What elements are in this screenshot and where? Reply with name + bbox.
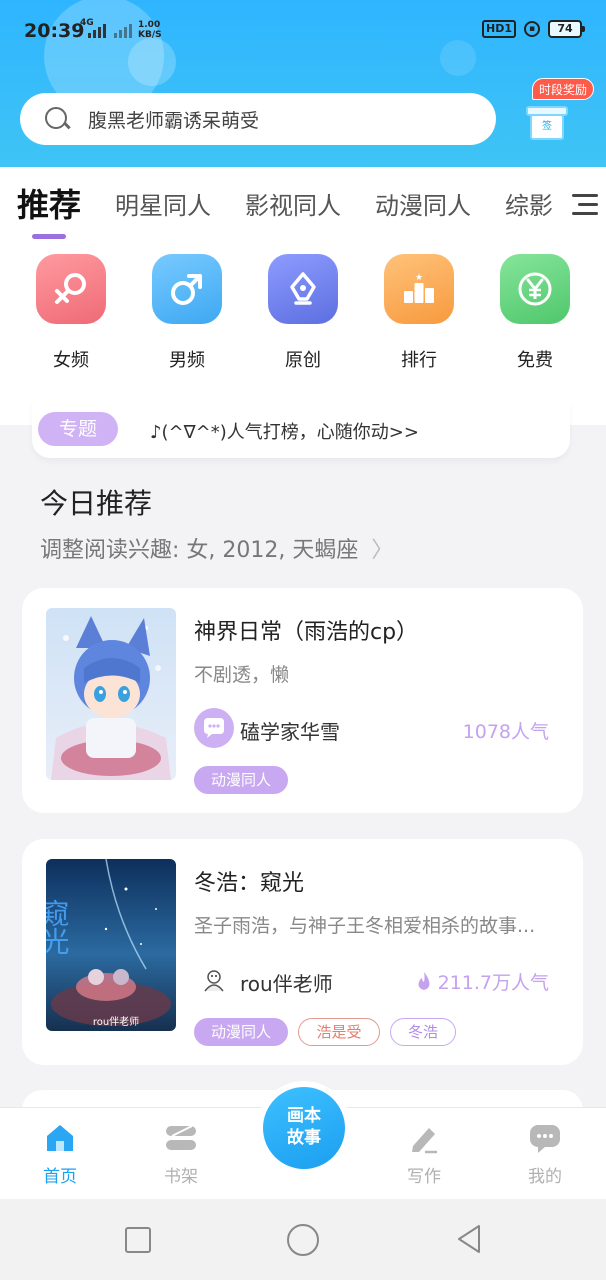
category-ranking[interactable]: ★ 排行	[374, 254, 464, 372]
bookshelf-icon	[164, 1122, 198, 1154]
write-icon	[407, 1122, 441, 1154]
reading-interest-link[interactable]: 调整阅读兴趣: 女, 2012, 天蝎座 〉	[40, 532, 393, 564]
recent-apps-button[interactable]	[125, 1227, 151, 1253]
cover-author: rou伴老师	[93, 1015, 139, 1028]
category-male[interactable]: 男频	[142, 254, 232, 372]
book-description: 不剧透，懒	[194, 664, 290, 686]
tab-film[interactable]: 影视同人	[228, 186, 358, 221]
gift-icon: 签	[526, 102, 568, 140]
back-button[interactable]	[455, 1223, 483, 1259]
cover-title: 窥光	[46, 899, 71, 955]
status-bar: 20:39 4G 1.00 KB/S HD1 ▪ 74	[0, 0, 606, 60]
category-original[interactable]: 原创	[258, 254, 348, 372]
book-tag[interactable]: 动漫同人	[194, 766, 288, 794]
topic-banner[interactable]: 专题 ♪(^∇^*)人气打榜，心随你动>>	[32, 400, 570, 458]
book-title[interactable]: 神界日常（雨浩的cp）	[194, 614, 418, 646]
female-icon	[36, 254, 106, 324]
reward-button[interactable]: 签 时段奖励	[520, 78, 596, 144]
topic-text: ♪(^∇^*)人气打榜，心随你动>>	[150, 422, 419, 443]
category-female[interactable]: 女频	[26, 254, 116, 372]
book-tag[interactable]: 动漫同人	[194, 1018, 288, 1046]
category-label: 男频	[169, 350, 205, 371]
section-title: 今日推荐	[40, 487, 153, 520]
status-time: 20:39	[24, 20, 85, 42]
book-card[interactable]: 窥光 rou伴老师 冬浩：窥光 圣子雨浩，与神子王冬相爱相杀的故事... rou…	[22, 839, 583, 1065]
search-icon	[44, 106, 70, 132]
nav-home[interactable]: 首页	[20, 1122, 100, 1187]
category-label: 原创	[285, 350, 321, 371]
author-avatar[interactable]	[194, 708, 234, 748]
signal-icon	[114, 24, 132, 38]
author-avatar[interactable]	[194, 961, 234, 1001]
category-label: 女频	[53, 350, 89, 371]
status-right: HD1 ▪ 74	[482, 20, 585, 38]
tab-variety[interactable]: 综影	[488, 186, 570, 221]
menu-icon[interactable]	[566, 188, 606, 224]
create-story-button[interactable]: 画本故事	[263, 1087, 345, 1169]
profile-icon	[528, 1122, 562, 1154]
category-grid: 女频 男频 原创 ★ 排行 免费	[0, 254, 606, 374]
book-cover[interactable]: 窥光 rou伴老师	[46, 859, 176, 1031]
category-label: 排行	[401, 350, 437, 371]
book-cover[interactable]	[46, 608, 176, 780]
svg-text:★: ★	[415, 273, 423, 283]
tab-anime[interactable]: 动漫同人	[358, 186, 488, 221]
book-tag[interactable]: 浩是受	[298, 1018, 380, 1046]
flame-icon	[416, 971, 432, 996]
popularity: 1078人气	[462, 721, 549, 743]
home-button[interactable]	[287, 1224, 319, 1256]
tab-star[interactable]: 明星同人	[98, 186, 228, 221]
nav-label: 写作	[407, 1167, 441, 1187]
book-card[interactable]: 神界日常（雨浩的cp） 不剧透，懒 磕学家华雪 1078人气 动漫同人	[22, 588, 583, 813]
system-nav-bar	[0, 1199, 606, 1280]
chevron-right-icon: 〉	[371, 538, 394, 563]
male-icon	[152, 254, 222, 324]
category-tabs: 推荐 明星同人 影视同人 动漫同人 综影	[0, 167, 606, 239]
battery-icon: 74	[548, 20, 585, 38]
tab-recommend[interactable]: 推荐	[0, 180, 98, 226]
network-speed: 1.00 KB/S	[138, 20, 162, 40]
nav-label: 首页	[43, 1167, 77, 1187]
ranking-icon: ★	[384, 254, 454, 324]
pen-icon	[268, 254, 338, 324]
tab-indicator	[32, 234, 66, 239]
signal-icon	[88, 24, 106, 38]
nav-label: 书架	[164, 1167, 198, 1187]
nav-label: 我的	[528, 1167, 562, 1187]
category-label: 免费	[517, 350, 553, 371]
search-input[interactable]: 腹黑老师霸诱呆萌受	[88, 106, 259, 133]
yen-icon	[500, 254, 570, 324]
hd-icon: HD1	[482, 20, 516, 38]
reward-badge: 时段奖励	[532, 78, 595, 100]
popularity: 211.7万人气	[416, 968, 549, 996]
home-icon	[43, 1122, 77, 1154]
book-title[interactable]: 冬浩：窥光	[194, 865, 304, 897]
nav-mine[interactable]: 我的	[505, 1122, 585, 1187]
category-free[interactable]: 免费	[490, 254, 580, 372]
nav-write[interactable]: 写作	[384, 1122, 464, 1187]
nav-shelf[interactable]: 书架	[141, 1122, 221, 1187]
search-bar[interactable]: 腹黑老师霸诱呆萌受	[20, 93, 496, 145]
book-tag[interactable]: 冬浩	[390, 1018, 456, 1046]
author-name[interactable]: rou伴老师	[240, 968, 333, 997]
topic-tag: 专题	[38, 412, 118, 446]
lock-icon: ▪	[524, 21, 540, 37]
book-description: 圣子雨浩，与神子王冬相爱相杀的故事...	[194, 915, 536, 937]
author-name[interactable]: 磕学家华雪	[240, 716, 340, 745]
